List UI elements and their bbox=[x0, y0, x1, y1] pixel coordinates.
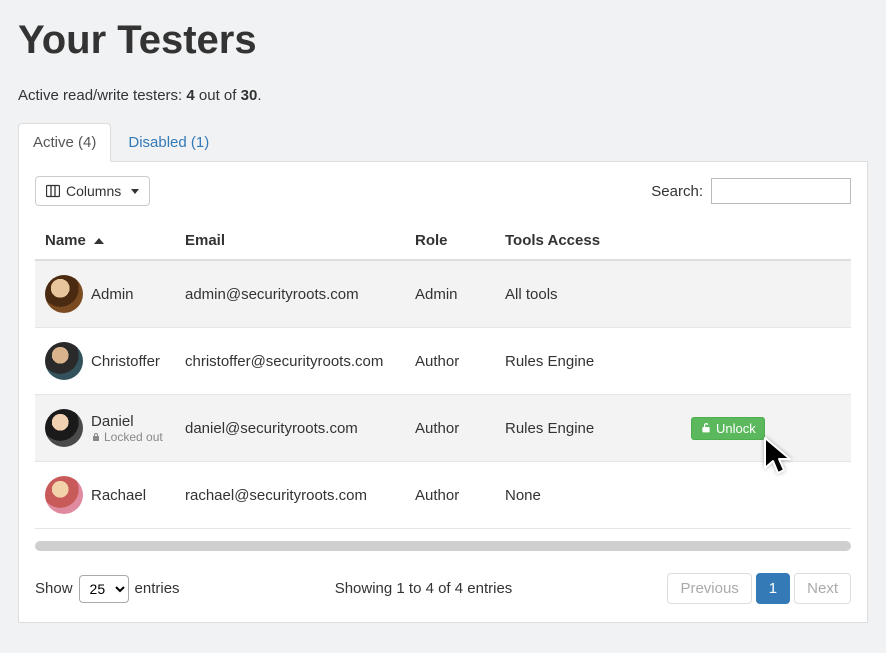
sort-asc-icon bbox=[94, 238, 104, 244]
avatar bbox=[45, 409, 83, 447]
col-name-label: Name bbox=[45, 232, 86, 249]
summary-prefix: Active read/write testers: bbox=[18, 87, 186, 104]
table-footer: Show 25 entries Showing 1 to 4 of 4 entr… bbox=[35, 573, 851, 604]
col-tools[interactable]: Tools Access bbox=[495, 222, 681, 260]
show-label: Show bbox=[35, 580, 73, 597]
page-1-button[interactable]: 1 bbox=[756, 573, 790, 604]
table-row[interactable]: Christoffer christoffer@securityroots.co… bbox=[35, 328, 851, 395]
columns-icon bbox=[46, 184, 60, 198]
tab-disabled[interactable]: Disabled (1) bbox=[113, 123, 224, 162]
summary-total-count: 30 bbox=[241, 87, 258, 104]
page-title: Your Testers bbox=[18, 18, 868, 63]
user-tools: All tools bbox=[495, 260, 681, 328]
user-email: admin@securityroots.com bbox=[175, 260, 405, 328]
user-name: Rachael bbox=[91, 487, 146, 504]
user-email: christoffer@securityroots.com bbox=[175, 328, 405, 395]
prev-button[interactable]: Previous bbox=[667, 573, 751, 604]
search-label: Search: bbox=[651, 183, 703, 200]
unlock-button-label: Unlock bbox=[716, 421, 756, 436]
user-role: Admin bbox=[405, 260, 495, 328]
user-role: Author bbox=[405, 328, 495, 395]
tab-active[interactable]: Active (4) bbox=[18, 123, 111, 162]
tabs: Active (4) Disabled (1) bbox=[18, 122, 868, 162]
user-email: daniel@securityroots.com bbox=[175, 395, 405, 462]
user-tools: Rules Engine bbox=[495, 328, 681, 395]
active-testers-summary: Active read/write testers: 4 out of 30. bbox=[18, 87, 868, 104]
search-wrap: Search: bbox=[651, 178, 851, 204]
table-row[interactable]: Admin admin@securityroots.com Admin All … bbox=[35, 260, 851, 328]
entries-label: entries bbox=[135, 580, 180, 597]
user-role: Author bbox=[405, 462, 495, 529]
col-email[interactable]: Email bbox=[175, 222, 405, 260]
next-button[interactable]: Next bbox=[794, 573, 851, 604]
locked-status-label: Locked out bbox=[104, 430, 163, 444]
user-name: Daniel bbox=[91, 413, 163, 430]
user-role: Author bbox=[405, 395, 495, 462]
pagination: Previous 1 Next bbox=[667, 573, 851, 604]
length-control: Show 25 entries bbox=[35, 575, 180, 603]
avatar bbox=[45, 275, 83, 313]
locked-status: Locked out bbox=[91, 430, 163, 444]
unlock-button[interactable]: Unlock bbox=[691, 417, 765, 440]
chevron-down-icon bbox=[131, 189, 139, 194]
unlock-icon bbox=[700, 422, 712, 434]
user-tools: None bbox=[495, 462, 681, 529]
table-row[interactable]: Rachael rachael@securityroots.com Author… bbox=[35, 462, 851, 529]
testers-table: Name Email Role Tools Access Admin bbox=[35, 222, 851, 529]
lock-icon bbox=[91, 432, 101, 442]
search-input[interactable] bbox=[711, 178, 851, 204]
user-name: Christoffer bbox=[91, 353, 160, 370]
avatar bbox=[45, 476, 83, 514]
columns-button-label: Columns bbox=[66, 183, 121, 199]
panel: Columns Search: Name Email Role Tools Ac… bbox=[18, 162, 868, 623]
user-tools: Rules Engine bbox=[495, 395, 681, 462]
summary-active-count: 4 bbox=[186, 87, 194, 104]
user-name: Admin bbox=[91, 286, 134, 303]
toolbar: Columns Search: bbox=[35, 176, 851, 206]
col-actions bbox=[681, 222, 851, 260]
page-size-select[interactable]: 25 bbox=[79, 575, 129, 603]
col-role[interactable]: Role bbox=[405, 222, 495, 260]
user-email: rachael@securityroots.com bbox=[175, 462, 405, 529]
summary-period: . bbox=[257, 87, 261, 104]
table-row[interactable]: Daniel Locked out daniel@securityroots.c… bbox=[35, 395, 851, 462]
avatar bbox=[45, 342, 83, 380]
horizontal-scrollbar[interactable] bbox=[35, 541, 851, 551]
columns-button[interactable]: Columns bbox=[35, 176, 150, 206]
table-info: Showing 1 to 4 of 4 entries bbox=[335, 580, 513, 597]
summary-out-of: out of bbox=[195, 87, 241, 104]
col-name[interactable]: Name bbox=[35, 222, 175, 260]
